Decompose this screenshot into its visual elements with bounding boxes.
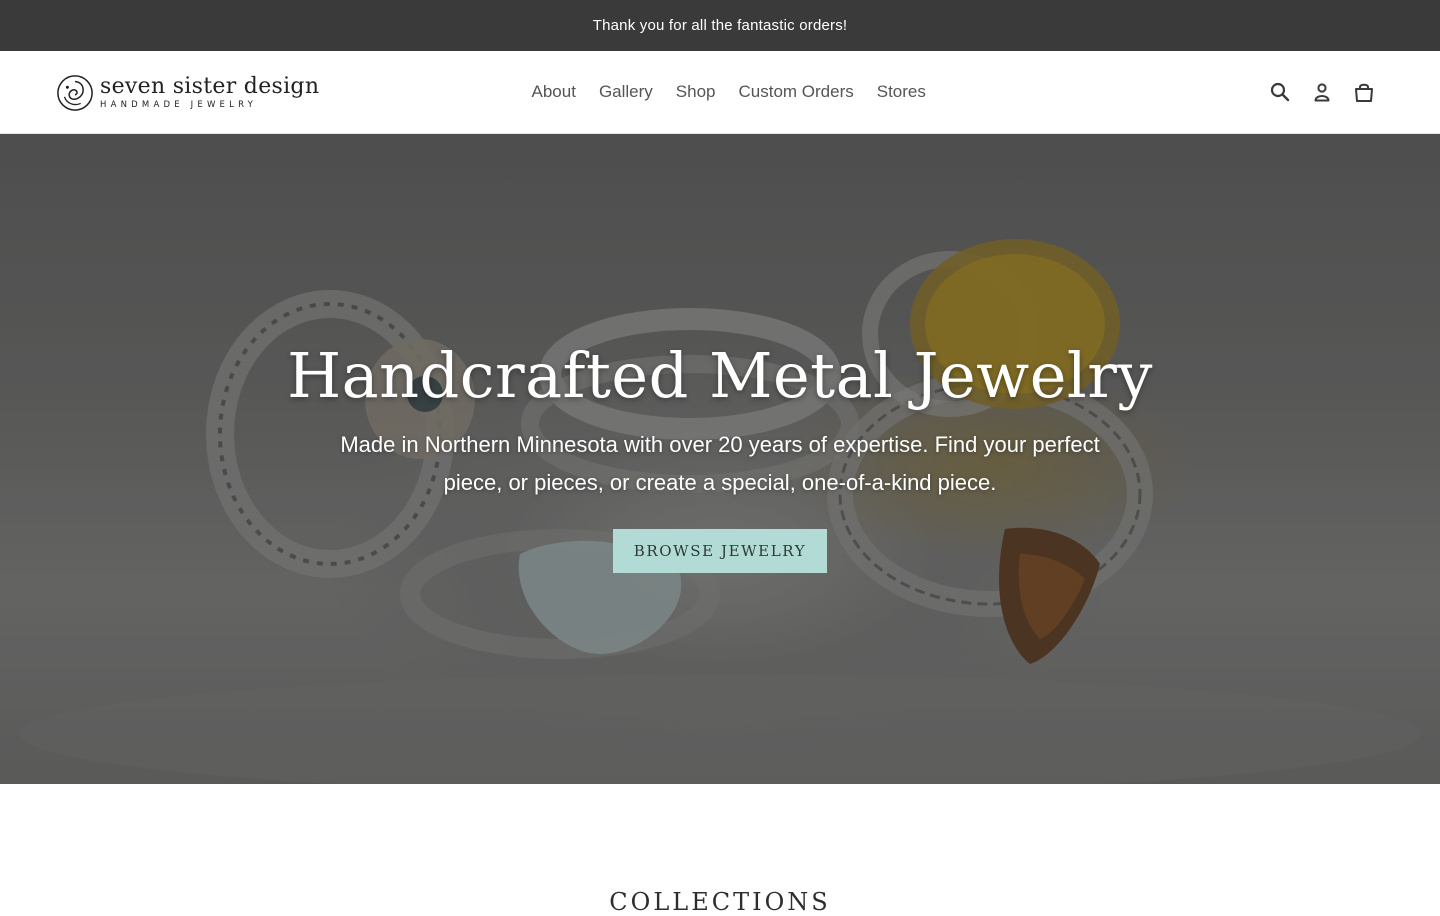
hero-banner: Handcrafted Metal Jewelry Made in Northe… bbox=[0, 134, 1440, 784]
nav-custom-orders[interactable]: Custom Orders bbox=[727, 82, 865, 102]
cart-icon[interactable] bbox=[1352, 80, 1376, 104]
hero-subtitle: Made in Northern Minnesota with over 20 … bbox=[340, 432, 1100, 495]
logo-swirl-icon bbox=[57, 75, 93, 111]
header-actions bbox=[1268, 51, 1376, 133]
search-icon[interactable] bbox=[1268, 80, 1292, 104]
logo-subtitle: HANDMADE JEWELRY bbox=[100, 100, 258, 111]
logo-name: seven sister design bbox=[100, 74, 320, 100]
hero-title: Handcrafted Metal Jewelry bbox=[287, 339, 1153, 412]
hero-content: Handcrafted Metal Jewelry Made in Northe… bbox=[0, 134, 1440, 784]
main-nav: About Gallery Shop Custom Orders Stores bbox=[520, 51, 937, 133]
announcement-bar: Thank you for all the fantastic orders! bbox=[0, 0, 1440, 51]
collections-heading: COLLECTIONS bbox=[609, 888, 831, 916]
announcement-text: Thank you for all the fantastic orders! bbox=[592, 17, 848, 34]
site-header: seven sister design HANDMADE JEWELRY Abo… bbox=[0, 51, 1440, 134]
nav-gallery[interactable]: Gallery bbox=[587, 82, 664, 102]
account-icon[interactable] bbox=[1310, 80, 1334, 104]
site-logo[interactable]: seven sister design HANDMADE JEWELRY bbox=[56, 71, 320, 115]
nav-about[interactable]: About bbox=[520, 82, 587, 102]
browse-jewelry-button[interactable]: BROWSE JEWELRY bbox=[613, 529, 827, 573]
nav-stores[interactable]: Stores bbox=[865, 82, 937, 102]
nav-shop[interactable]: Shop bbox=[664, 82, 727, 102]
